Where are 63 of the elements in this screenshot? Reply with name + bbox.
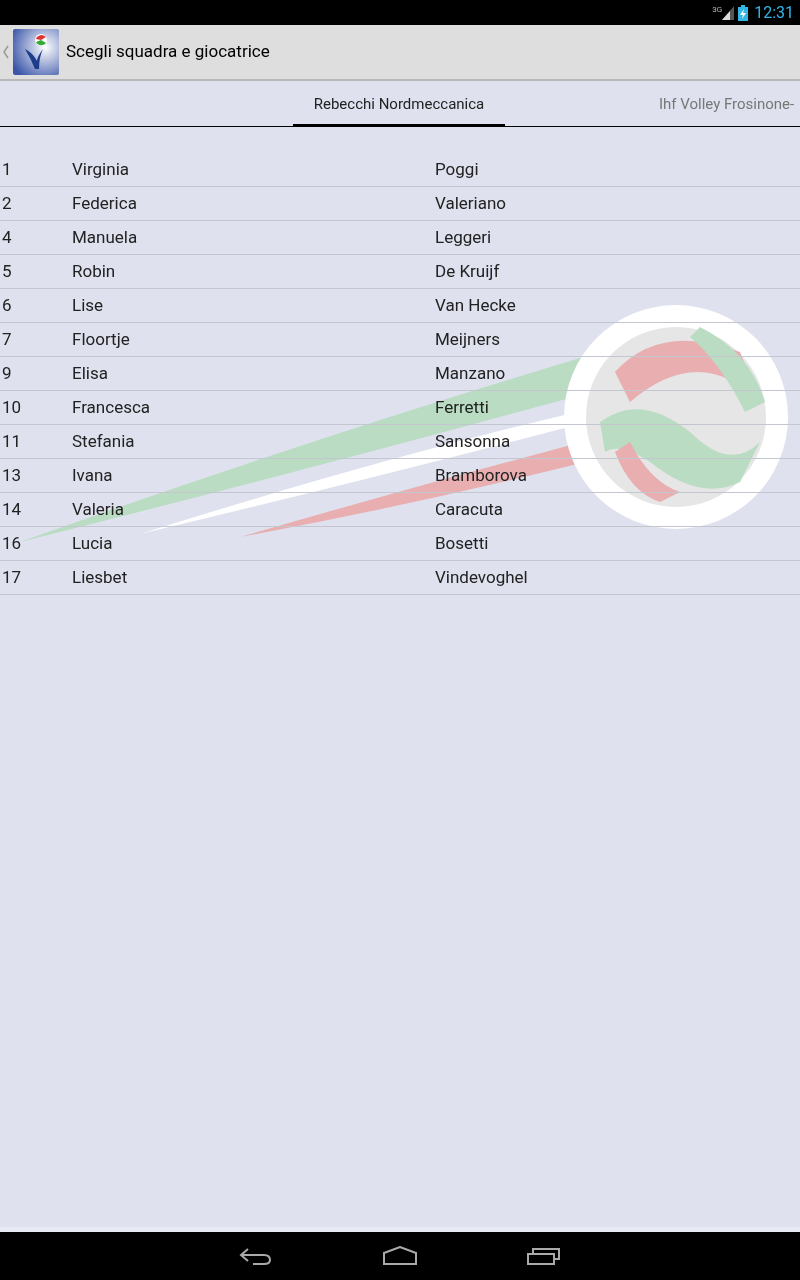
- last-name: Bosetti: [435, 532, 489, 553]
- player-number: 16: [2, 532, 22, 553]
- clock: 12:31: [754, 1, 794, 24]
- player-row[interactable]: 2 Federica Valeriano: [0, 187, 800, 221]
- player-row[interactable]: 5 Robin De Kruijf: [0, 255, 800, 289]
- back-chevron-icon: [3, 45, 9, 59]
- first-name: Valeria: [72, 498, 124, 519]
- first-name: Liesbet: [72, 566, 128, 587]
- last-name: Bramborova: [435, 464, 527, 485]
- first-name: Elisa: [72, 362, 108, 383]
- player-number: 11: [2, 430, 22, 451]
- player-number: 1: [2, 158, 12, 179]
- player-number: 2: [2, 192, 12, 213]
- first-name: Robin: [72, 260, 116, 281]
- player-number: 13: [2, 464, 22, 485]
- player-number: 17: [2, 566, 22, 587]
- last-name: Valeriano: [435, 192, 507, 213]
- player-number: 9: [2, 362, 12, 383]
- player-row[interactable]: 7 Floortje Meijners: [0, 323, 800, 357]
- first-name: Stefania: [72, 430, 135, 451]
- last-name: De Kruijf: [435, 260, 500, 281]
- player-row[interactable]: 10 Francesca Ferretti: [0, 391, 800, 425]
- last-name: Caracuta: [435, 498, 504, 519]
- player-row[interactable]: 16 Lucia Bosetti: [0, 527, 800, 561]
- network-type: 3G: [712, 5, 723, 14]
- team-tab[interactable]: Rebecchi Nordmeccanica: [293, 81, 505, 127]
- home-icon[interactable]: [383, 1246, 417, 1266]
- last-name: Sansonna: [435, 430, 511, 451]
- player-number: 5: [2, 260, 12, 281]
- player-row[interactable]: 13 Ivana Bramborova: [0, 459, 800, 493]
- player-row[interactable]: 9 Elisa Manzano: [0, 357, 800, 391]
- first-name: Francesca: [72, 396, 151, 417]
- first-name: Floortje: [72, 328, 130, 349]
- first-name: Manuela: [72, 226, 138, 247]
- last-name: Ferretti: [435, 396, 489, 417]
- team-tab[interactable]: Ihf Volley Frosinone-: [659, 81, 800, 127]
- screen-title: Scegli squadra e giocatrice: [66, 40, 270, 64]
- player-number: 7: [2, 328, 12, 349]
- last-name: Leggeri: [435, 226, 492, 247]
- last-name: Poggi: [435, 158, 479, 179]
- player-row[interactable]: 11 Stefania Sansonna: [0, 425, 800, 459]
- back-icon[interactable]: [239, 1246, 273, 1266]
- player-number: 6: [2, 294, 12, 315]
- app-logo-icon: [13, 29, 59, 75]
- last-name: Manzano: [435, 362, 506, 383]
- player-row[interactable]: 1 Virginia Poggi: [0, 153, 800, 187]
- player-row[interactable]: 17 Liesbet Vindevoghel: [0, 561, 800, 595]
- first-name: Ivana: [72, 464, 113, 485]
- first-name: Virginia: [72, 158, 129, 179]
- first-name: Federica: [72, 192, 137, 213]
- recent-apps-icon[interactable]: [527, 1246, 561, 1266]
- player-row[interactable]: 14 Valeria Caracuta: [0, 493, 800, 527]
- battery-icon: [738, 4, 749, 21]
- first-name: Lucia: [72, 532, 113, 553]
- player-row[interactable]: 6 Lise Van Hecke: [0, 289, 800, 323]
- player-number: 14: [2, 498, 22, 519]
- last-name: Vindevoghel: [435, 566, 528, 587]
- player-number: 4: [2, 226, 12, 247]
- player-number: 10: [2, 396, 22, 417]
- last-name: Van Hecke: [435, 294, 516, 315]
- player-row[interactable]: 4 Manuela Leggeri: [0, 221, 800, 255]
- last-name: Meijners: [435, 328, 500, 349]
- first-name: Lise: [72, 294, 104, 315]
